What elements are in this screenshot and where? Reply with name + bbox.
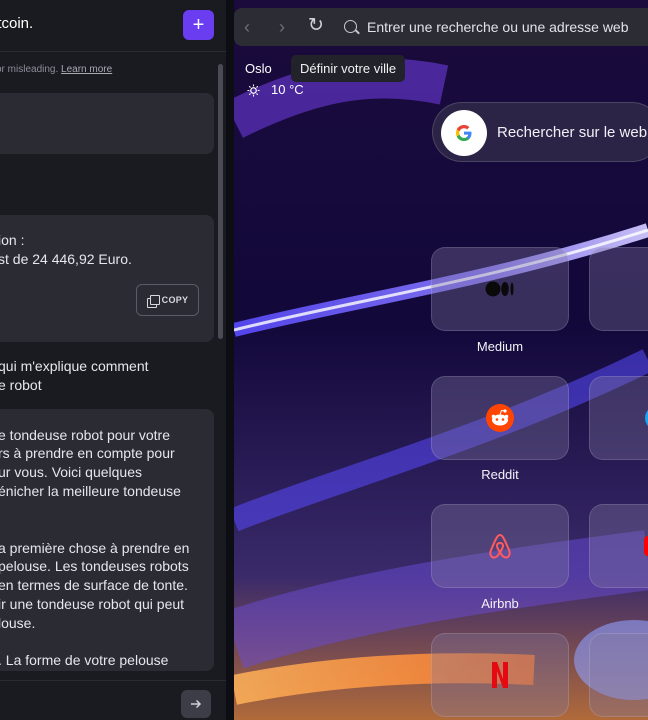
- airbnb-icon: [489, 533, 511, 559]
- message-text: ur vous. Voici quelques: [0, 464, 142, 480]
- shortcut-youtube[interactable]: [589, 504, 648, 588]
- youtube-icon: [644, 536, 648, 556]
- send-button[interactable]: [181, 690, 211, 718]
- disclaimer: or misleading. Learn more: [0, 64, 112, 75]
- shortcut-label: Tw: [589, 339, 648, 354]
- shortcut-airbnb[interactable]: [431, 504, 569, 588]
- set-city-tooltip[interactable]: Définir votre ville: [291, 55, 406, 82]
- reddit-icon: [486, 404, 514, 432]
- shortcut-label: Tw: [589, 467, 648, 482]
- user-message-text: qui m'explique comment: [0, 358, 149, 374]
- shortcut-label: Medium: [476, 339, 524, 354]
- shortcut-twitter[interactable]: [589, 376, 648, 460]
- chat-title: itcoin.: [0, 15, 34, 32]
- message-text: st de 24 446,92 Euro.: [0, 251, 132, 267]
- shortcut-label: Reddit: [481, 467, 519, 482]
- chat-scrollbar[interactable]: [218, 64, 223, 339]
- back-button[interactable]: ‹: [244, 17, 250, 38]
- shortcut-label: Airbnb: [481, 596, 519, 611]
- shortcut-medium[interactable]: [431, 247, 569, 331]
- weather-temperature: 10 °C: [271, 82, 304, 97]
- chat-input-bar[interactable]: [0, 680, 226, 720]
- message-text: en termes de surface de tonte.: [0, 577, 188, 593]
- message-bubble: [0, 93, 214, 154]
- address-bar[interactable]: Entrer une recherche ou une adresse web: [367, 19, 629, 35]
- message-text: e tondeuse robot pour votre: [0, 427, 171, 443]
- google-icon: [441, 110, 487, 156]
- message-text: louse.: [0, 615, 36, 631]
- message-text: a première chose à prendre en: [0, 540, 190, 556]
- message-bubble: [0, 215, 214, 342]
- chat-panel: itcoin. + or misleading. Learn more ion …: [0, 0, 226, 720]
- copy-button[interactable]: COPY: [136, 284, 199, 316]
- message-text: . La forme de votre pelouse: [0, 652, 169, 668]
- message-text: énicher la meilleure tondeuse: [0, 483, 181, 499]
- learn-more-link[interactable]: Learn more: [61, 64, 112, 75]
- shortcut-label: Yo: [589, 596, 648, 611]
- copy-icon: [146, 294, 160, 308]
- disclaimer-text: or misleading.: [0, 64, 59, 75]
- copy-label: COPY: [161, 295, 189, 305]
- weather-city[interactable]: Oslo: [245, 61, 272, 76]
- netflix-icon: [492, 662, 508, 688]
- user-message-text: e robot: [0, 377, 42, 393]
- search-icon: [344, 20, 357, 33]
- message-text: pelouse. Les tondeuses robots: [0, 558, 189, 574]
- browser-panel: ‹ › ↻ Entrer une recherche ou une adress…: [234, 0, 648, 720]
- sun-icon: [247, 84, 260, 97]
- shortcut-tile[interactable]: [589, 247, 648, 331]
- shortcut-tile[interactable]: [589, 633, 648, 717]
- browser-toolbar: ‹ › ↻ Entrer une recherche ou une adress…: [234, 8, 648, 46]
- medium-icon: [485, 281, 514, 297]
- panel-divider[interactable]: [226, 0, 234, 720]
- reload-button[interactable]: ↻: [308, 14, 324, 37]
- shortcut-netflix[interactable]: [431, 633, 569, 717]
- twitter-icon: [645, 410, 648, 426]
- shortcut-reddit[interactable]: [431, 376, 569, 460]
- arrow-right-icon: [191, 699, 202, 709]
- web-search-box[interactable]: Rechercher sur le web: [432, 102, 648, 162]
- chat-header: itcoin. +: [0, 0, 226, 52]
- web-search-label: Rechercher sur le web: [497, 124, 648, 141]
- forward-button[interactable]: ›: [279, 17, 285, 38]
- new-chat-button[interactable]: +: [183, 10, 214, 40]
- message-text: ir une tondeuse robot qui peut: [0, 596, 185, 612]
- message-text: rs à prendre en compte pour: [0, 445, 175, 461]
- message-text: ion :: [0, 232, 25, 248]
